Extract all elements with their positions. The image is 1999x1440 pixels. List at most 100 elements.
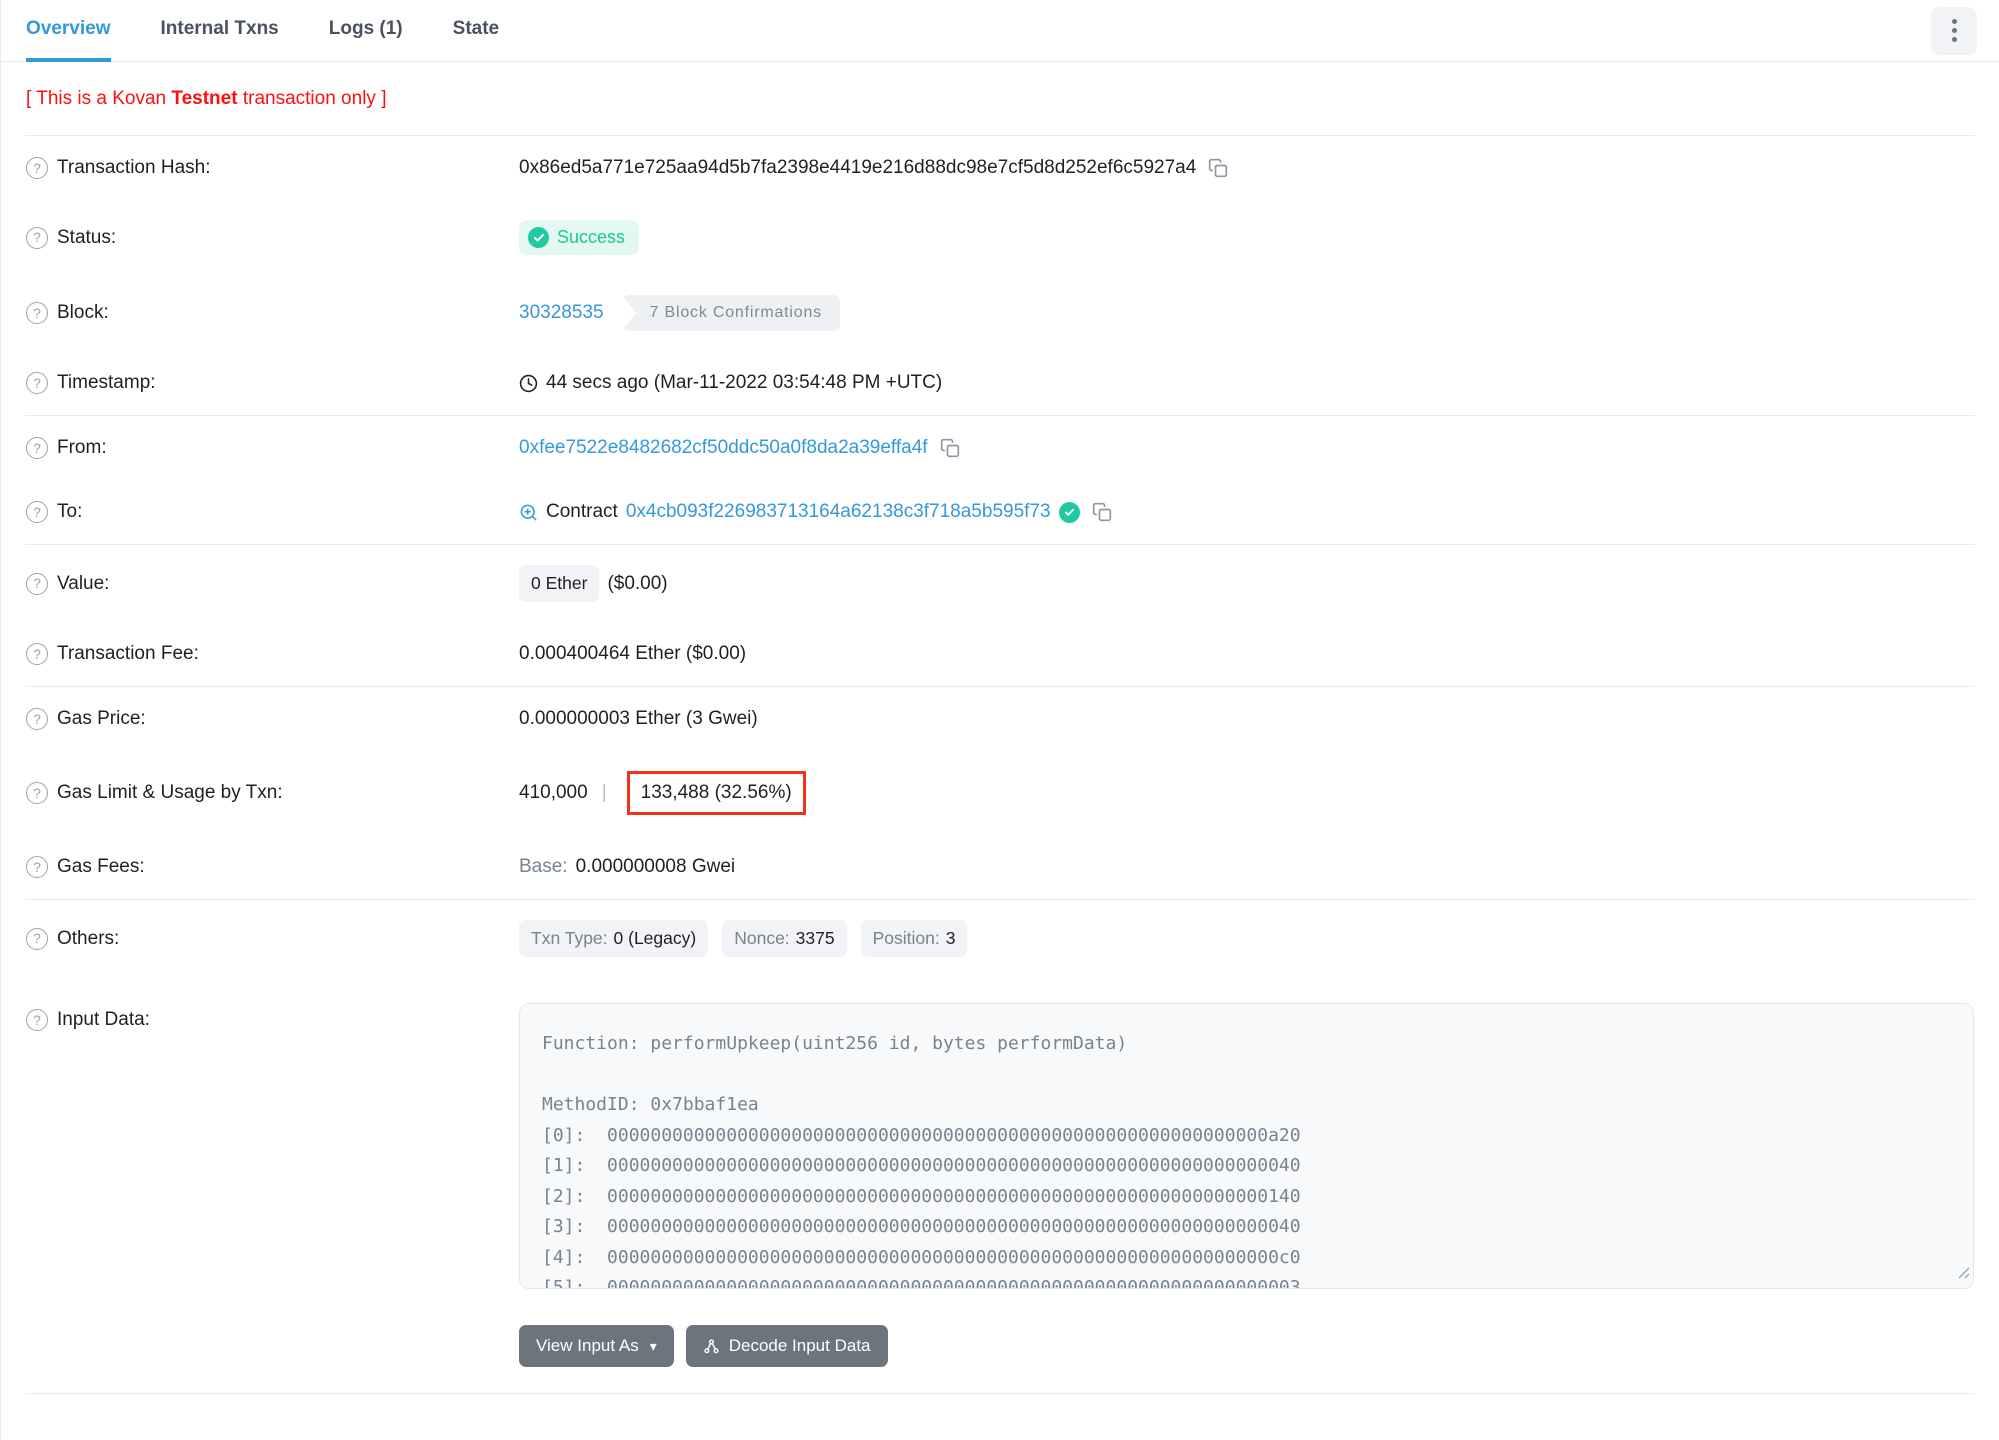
row-label: ? Gas Price:: [26, 708, 519, 730]
input-data-label: Input Data:: [57, 1009, 150, 1030]
notice-bold: Testnet: [171, 88, 238, 109]
transaction-fee-value: 0.000400464 Ether ($0.00): [519, 643, 747, 664]
tab-bar: Overview Internal Txns Logs (1) State: [1, 0, 1999, 62]
nonce-badge: Nonce: 3375: [722, 920, 847, 957]
from-label: From:: [57, 437, 107, 458]
gas-usage-value: 133,488 (32.56%): [640, 782, 792, 803]
row-label: ? Timestamp:: [26, 372, 519, 394]
resize-grip-icon[interactable]: [1956, 1263, 1970, 1285]
help-icon[interactable]: ?: [26, 372, 48, 394]
row-gas-limit-usage: ? Gas Limit & Usage by Txn: 410,000 | 13…: [26, 751, 1974, 835]
kebab-dot: [1951, 37, 1957, 42]
from-address-link[interactable]: 0xfee7522e8482682cf50ddc50a0f8da2a39effa…: [519, 437, 928, 459]
copy-icon[interactable]: [1208, 158, 1228, 178]
row-transaction-hash: ? Transaction Hash: 0x86ed5a771e725aa94d…: [26, 136, 1974, 200]
value-usd: ($0.00): [607, 572, 668, 594]
clock-icon: [519, 374, 538, 393]
tab-logs[interactable]: Logs (1): [329, 0, 403, 62]
gas-limit-usage-label: Gas Limit & Usage by Txn:: [57, 782, 283, 803]
to-label: To:: [57, 501, 83, 522]
input-data-actions: View Input As ▾ Decode Input Data: [519, 1325, 1974, 1393]
success-check-icon: [528, 227, 549, 248]
help-icon[interactable]: ?: [26, 501, 48, 523]
status-label: Status:: [57, 226, 117, 248]
position-name: Position:: [872, 928, 940, 948]
row-transaction-fee: ? Transaction Fee: 0.000400464 Ether ($0…: [26, 622, 1974, 686]
row-gas-price: ? Gas Price: 0.000000003 Ether (3 Gwei): [26, 687, 1974, 751]
tab-state[interactable]: State: [453, 0, 499, 62]
position-value: 3: [945, 928, 956, 948]
gas-limit-value: 410,000: [519, 782, 588, 803]
zoom-in-icon[interactable]: [519, 503, 538, 522]
nonce-value: 3375: [795, 928, 835, 948]
txn-type-value: 0 (Legacy): [613, 928, 697, 948]
transaction-fee-label: Transaction Fee:: [57, 643, 199, 664]
row-label: ? Status:: [26, 226, 519, 249]
kebab-dot: [1951, 28, 1957, 33]
gas-price-value: 0.000000003 Ether (3 Gwei): [519, 708, 758, 729]
row-status: ? Status: Success: [26, 200, 1974, 275]
decode-input-data-button[interactable]: Decode Input Data: [685, 1325, 888, 1367]
row-label: ? Transaction Hash:: [26, 157, 519, 179]
txn-type-name: Txn Type:: [531, 928, 608, 948]
chevron-down-icon: ▾: [649, 1337, 657, 1354]
row-to: ? To: Contract 0x4cb093f226983713164a621…: [26, 480, 1974, 544]
row-others: ? Others: Txn Type: 0 (Legacy) Nonce: 33…: [26, 900, 1974, 977]
row-value: ? Value: 0 Ether ($0.00): [26, 545, 1974, 622]
value-label: Value:: [57, 572, 110, 594]
help-icon[interactable]: ?: [26, 1009, 48, 1031]
gas-price-label: Gas Price:: [57, 708, 146, 729]
help-icon[interactable]: ?: [26, 157, 48, 179]
row-from: ? From: 0xfee7522e8482682cf50ddc50a0f8da…: [26, 416, 1974, 480]
input-data-box[interactable]: Function: performUpkeep(uint256 id, byte…: [519, 1003, 1974, 1289]
gas-fees-base-value: 0.000000008 Gwei: [575, 856, 736, 877]
row-label: ? Value:: [26, 572, 519, 595]
row-label: ? To:: [26, 501, 519, 523]
tab-internal-txns[interactable]: Internal Txns: [161, 0, 279, 62]
timestamp-value: 44 secs ago (Mar-11-2022 03:54:48 PM +UT…: [546, 372, 943, 393]
help-icon[interactable]: ?: [26, 927, 48, 950]
input-data-box-wrap: Function: performUpkeep(uint256 id, byte…: [519, 1003, 1974, 1289]
row-gas-fees: ? Gas Fees: Base: 0.000000008 Gwei: [26, 835, 1974, 899]
row-label: ? From:: [26, 437, 519, 459]
others-label: Others:: [57, 927, 120, 949]
gas-fees-base-label: Base:: [519, 856, 568, 877]
bottom-padding: [26, 1394, 1974, 1424]
to-contract-word: Contract: [546, 501, 618, 522]
help-icon[interactable]: ?: [26, 226, 48, 249]
timestamp-label: Timestamp:: [57, 372, 156, 393]
copy-icon[interactable]: [1092, 502, 1112, 522]
block-label: Block:: [57, 302, 109, 323]
help-icon[interactable]: ?: [26, 708, 48, 730]
more-options-button[interactable]: [1931, 6, 1977, 55]
txn-type-badge: Txn Type: 0 (Legacy): [519, 920, 709, 957]
notice-suffix: transaction only ]: [237, 88, 387, 109]
copy-icon[interactable]: [940, 438, 960, 458]
row-label: ? Block:: [26, 302, 519, 324]
row-label: ? Gas Fees:: [26, 856, 519, 878]
block-number-link[interactable]: 30328535: [519, 302, 604, 324]
help-icon[interactable]: ?: [26, 437, 48, 459]
verified-contract-icon: [1058, 501, 1080, 523]
status-badge: Success: [519, 220, 640, 255]
row-label: ? Others:: [26, 927, 519, 950]
help-icon[interactable]: ?: [26, 856, 48, 878]
help-icon[interactable]: ?: [26, 643, 48, 665]
to-address-link[interactable]: 0x4cb093f226983713164a62138c3f718a5b595f…: [626, 501, 1051, 523]
value-amount-badge: 0 Ether: [519, 565, 600, 602]
row-input-data: ? Input Data: Function: performUpkeep(ui…: [26, 977, 1974, 1309]
gas-limit-separator: |: [601, 782, 607, 803]
decode-input-data-label: Decode Input Data: [728, 1336, 871, 1355]
help-icon[interactable]: ?: [26, 302, 48, 324]
help-icon[interactable]: ?: [26, 572, 48, 595]
view-input-as-button[interactable]: View Input As ▾: [519, 1325, 674, 1367]
tab-overview[interactable]: Overview: [26, 0, 111, 62]
nonce-name: Nonce:: [734, 928, 790, 948]
gas-fees-label: Gas Fees:: [57, 856, 145, 877]
row-label: ? Input Data:: [26, 1009, 519, 1031]
row-block: ? Block: 30328535 7 Block Confirmations: [26, 275, 1974, 351]
help-icon[interactable]: ?: [26, 782, 48, 804]
kebab-dot: [1951, 19, 1957, 24]
position-badge: Position: 3: [860, 920, 968, 957]
transaction-hash-label: Transaction Hash:: [57, 157, 211, 178]
